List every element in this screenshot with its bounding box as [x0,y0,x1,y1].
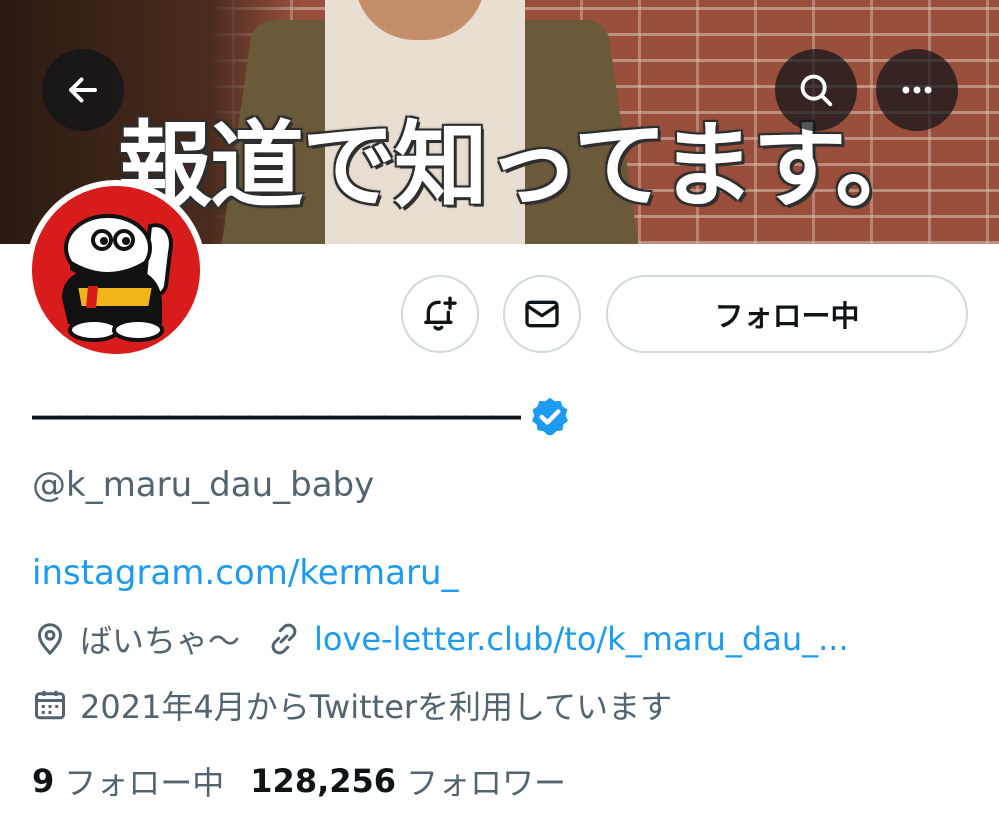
followers-count: 128,256 [250,762,397,800]
joined-row: 2021年4月からTwitterを利用しています [32,682,672,728]
joined-text: 2021年4月からTwitterを利用しています [80,688,673,726]
search-button[interactable] [775,49,857,131]
banner-caption: 報道で知ってます。 [118,111,929,221]
arrow-left-icon [69,77,97,103]
avatar-image [32,186,200,354]
bell-plus-icon [424,296,457,331]
notifications-button[interactable] [401,275,479,353]
location-text: ばいちゃ〜 [80,622,241,660]
following-count: 9 [32,762,55,800]
message-button[interactable] [503,275,581,353]
follow-stats: 9 フォロー中 128,256 フォロワー [32,756,566,806]
display-name-row: ―――――――――――――――――― [32,392,572,442]
calendar-icon [35,690,65,720]
back-button[interactable] [42,49,124,131]
display-name: ―――――――――――――――――― [32,399,521,434]
following-stat[interactable]: 9 フォロー中 [32,758,224,804]
mascot-illustration [32,186,200,354]
search-icon [800,74,833,107]
envelope-icon [525,300,559,328]
verified-badge-icon [528,395,572,439]
website-link[interactable]: love-letter.club/to/k_maru_dau_... [314,620,849,658]
following-label: フォロー中 [64,764,225,802]
user-handle: @k_maru_dau_baby [32,465,375,505]
location-pin-icon [38,623,62,655]
more-button[interactable] [876,49,958,131]
more-horizontal-icon [902,86,932,94]
following-button[interactable]: フォロー中 [606,275,968,353]
link-icon [271,623,297,655]
avatar[interactable] [26,180,206,360]
followers-label: フォロワー [406,764,567,802]
location-website-row: ばいちゃ〜 love-letter.club/to/k_maru_dau_... [32,616,849,662]
bio-link[interactable]: instagram.com/kermaru_ [32,550,459,596]
followers-stat[interactable]: 128,256 フォロワー [250,758,566,804]
